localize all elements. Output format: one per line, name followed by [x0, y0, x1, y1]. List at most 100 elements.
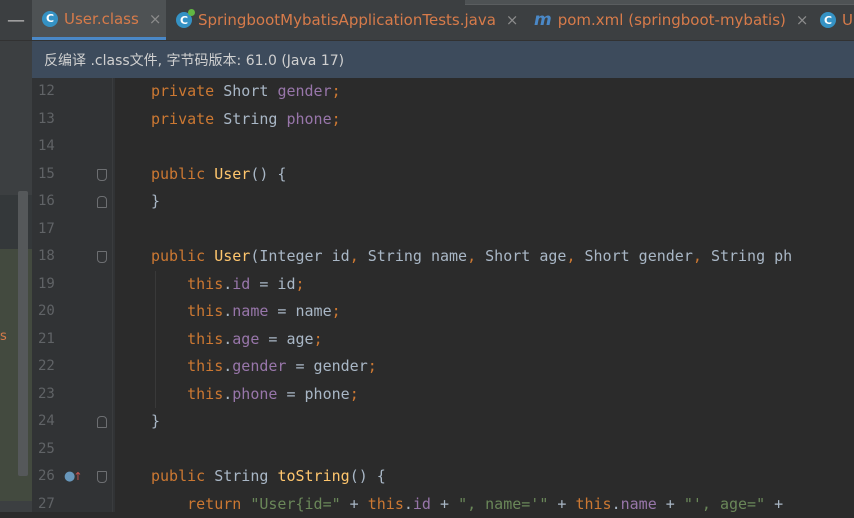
hide-panel-button[interactable]: —: [0, 0, 32, 40]
code-token: ;: [331, 82, 341, 100]
tab-user-overflow[interactable]: C U: [820, 0, 853, 40]
close-icon[interactable]: ×: [796, 11, 809, 29]
minus-icon: —: [7, 9, 25, 31]
code-token: Short gender: [584, 247, 693, 265]
scrollbar-thumb[interactable]: [18, 191, 28, 476]
code-token: () {: [250, 164, 287, 183]
tab-user-class[interactable]: C User.class ×: [32, 0, 166, 40]
code-token: ;: [367, 357, 377, 375]
code-token: ;: [295, 274, 305, 293]
tab-label: pom.xml (springboot-mybatis): [557, 11, 786, 29]
line-number: 13: [38, 110, 55, 127]
code-token: ;: [331, 302, 341, 320]
close-icon[interactable]: ×: [149, 10, 162, 28]
code-token: Short age: [485, 247, 567, 265]
code-token: this: [575, 494, 612, 513]
code-token: +: [656, 494, 684, 513]
code-token: String: [223, 109, 287, 128]
code-token: return: [151, 494, 251, 513]
code-token: .: [611, 494, 621, 513]
code-line: this.gender = gender;: [151, 353, 377, 380]
class-file-icon: C: [42, 10, 58, 27]
editor-tab-bar: — C User.class × C SpringbootMybatisAppl…: [0, 0, 854, 41]
line-number: 16: [38, 193, 55, 209]
code-line: this.phone = phone;: [151, 381, 359, 408]
tab-label: User.class: [64, 9, 139, 28]
line-number: 23: [38, 385, 55, 402]
code-token: = age: [259, 329, 314, 348]
code-token: this: [151, 384, 224, 403]
code-token: ,: [692, 247, 711, 265]
tab-pom-xml[interactable]: m pom.xml (springboot-mybatis) ×: [534, 0, 808, 40]
line-number: 20: [38, 303, 55, 319]
code-token: +: [340, 494, 368, 513]
fold-open-icon[interactable]: [97, 251, 107, 263]
code-token: = name: [268, 302, 332, 320]
code-token: String ph: [710, 247, 793, 265]
code-line: private Short gender;: [151, 78, 341, 105]
code-editor[interactable]: private Short gender; private String phon…: [115, 78, 854, 512]
gutter-divider: [112, 78, 113, 512]
tab-label: U: [842, 11, 853, 29]
code-line: this.age = age;: [151, 326, 323, 353]
code-line: public User() {: [151, 161, 286, 188]
line-number: 22: [38, 358, 55, 374]
code-token: "User{id=": [250, 494, 341, 513]
code-line: public String toString() {: [151, 463, 386, 490]
code-token: this: [151, 274, 224, 293]
code-token: private: [151, 82, 224, 100]
fold-open-icon[interactable]: [97, 168, 107, 181]
left-tool-strip: s: [0, 41, 32, 512]
code-token: User: [214, 164, 251, 183]
code-token: .: [223, 274, 233, 293]
line-number: 18: [38, 248, 55, 264]
code-token: ;: [313, 329, 323, 348]
fold-open-icon[interactable]: [97, 471, 107, 483]
code-token: this: [151, 357, 224, 375]
code-line: this.name = name;: [151, 298, 341, 325]
code-token: String: [214, 467, 278, 485]
code-token: +: [765, 494, 793, 513]
code-token: this: [151, 329, 224, 348]
code-token: .: [223, 302, 233, 320]
code-token: name: [232, 302, 269, 320]
notice-text: 反编译 .class文件, 字节码版本: 61.0 (Java 17): [44, 52, 345, 69]
strip-mark: s: [0, 329, 7, 344]
line-number: 14: [38, 138, 55, 154]
code-token: String name: [367, 247, 468, 265]
code-line: private String phone;: [151, 106, 341, 133]
code-token: .: [223, 384, 233, 403]
code-token: ;: [331, 109, 341, 128]
code-token: public: [151, 467, 215, 485]
code-token: .: [223, 329, 233, 348]
code-token: id: [412, 494, 431, 513]
code-token: public: [151, 164, 215, 183]
code-token: this: [367, 494, 404, 513]
code-token: ,: [349, 247, 368, 265]
line-number: 15: [38, 165, 55, 182]
class-file-icon: C: [820, 12, 836, 28]
code-token: private: [151, 109, 224, 128]
code-line: return "User{id=" + this.id + ", name='"…: [151, 491, 792, 513]
code-token: +: [548, 494, 576, 513]
code-token: }: [151, 412, 161, 430]
line-number: 21: [38, 330, 55, 347]
code-token: .: [223, 357, 233, 375]
tab-label: SpringbootMybatisApplicationTests.java: [198, 11, 496, 29]
code-token: }: [151, 192, 161, 210]
close-icon[interactable]: ×: [506, 11, 519, 29]
code-token: = phone: [277, 384, 350, 403]
fold-close-icon[interactable]: [97, 196, 107, 208]
code-token: age: [232, 329, 260, 348]
fold-close-icon[interactable]: [97, 416, 107, 428]
code-token: gender: [232, 357, 287, 375]
code-token: name: [620, 494, 657, 513]
code-token: (Integer id: [250, 247, 350, 265]
code-line: }: [151, 408, 160, 435]
tab-springboot-tests[interactable]: C SpringbootMybatisApplicationTests.java…: [176, 0, 519, 40]
code-token: .: [403, 494, 413, 513]
code-token: +: [430, 494, 459, 513]
code-token: ,: [566, 247, 585, 265]
code-token: id: [232, 274, 251, 293]
code-token: phone: [232, 384, 278, 403]
